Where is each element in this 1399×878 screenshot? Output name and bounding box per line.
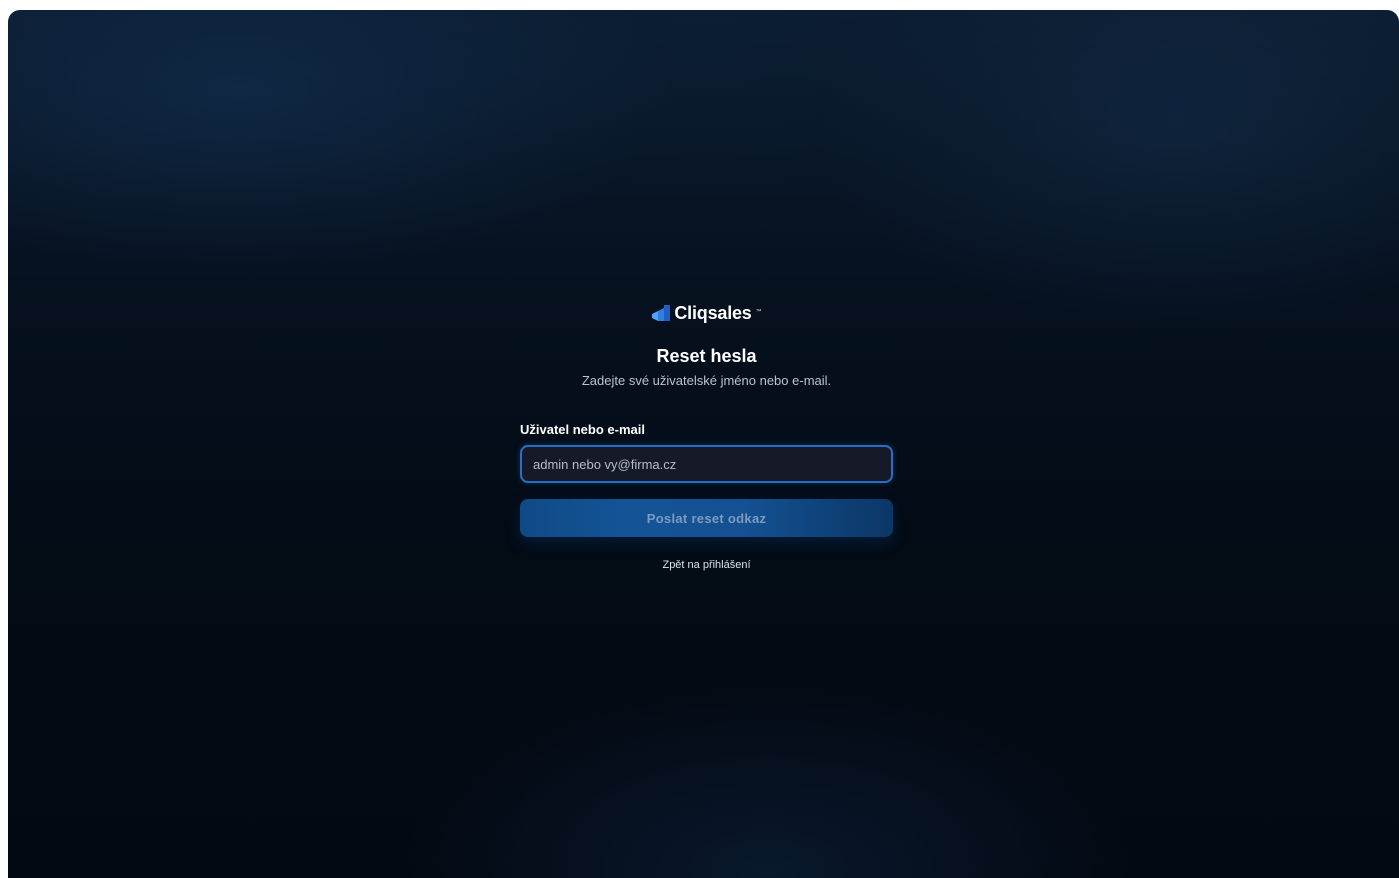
username-or-email-input[interactable] [522, 447, 891, 481]
cliqsales-logo-icon [651, 304, 671, 322]
send-reset-link-button[interactable]: Poslat reset odkaz [520, 499, 893, 537]
brand-logo: Cliqsales ™ [520, 300, 893, 326]
page-title: Reset hesla [656, 346, 757, 366]
reset-password-panel: Cliqsales ™ Reset hesla Zadejte své uživ… [520, 300, 893, 573]
back-to-login-link[interactable]: Zpět na přihlášení [662, 559, 750, 571]
username-or-email-field-wrapper [520, 445, 893, 483]
brand-name: Cliqsales [674, 302, 752, 323]
username-or-email-label: Uživatel nebo e-mail [520, 422, 645, 437]
trademark-symbol: ™ [755, 309, 762, 315]
page-subtitle: Zadejte své uživatelské jméno nebo e-mai… [581, 373, 832, 388]
app-window: Cliqsales ™ Reset hesla Zadejte své uživ… [8, 10, 1399, 878]
